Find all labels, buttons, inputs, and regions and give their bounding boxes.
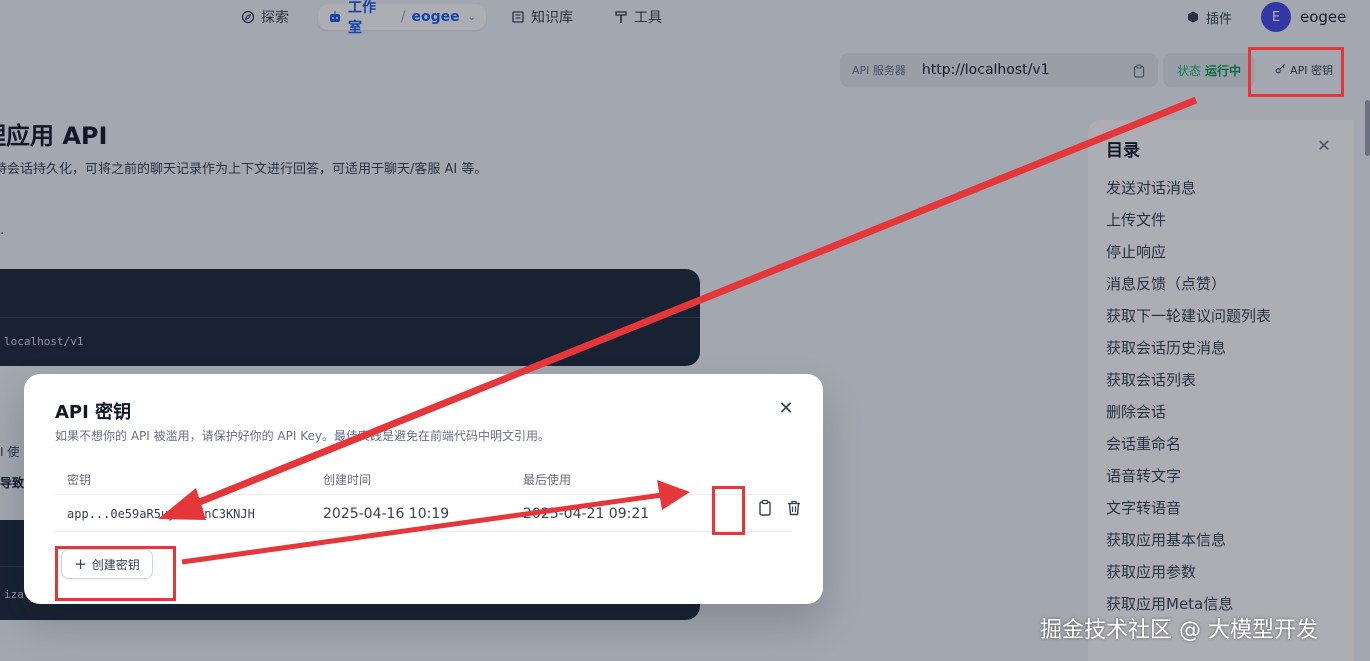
annotation-arrows <box>158 96 1198 565</box>
annotation-arrow-line <box>181 492 663 565</box>
annotation-arrow-head <box>158 488 206 520</box>
annotation-arrow-line <box>190 96 1198 509</box>
watermark: 掘金技术社区 @ 大模型开发 <box>1040 618 1318 643</box>
annotation-arrow-head <box>657 480 690 510</box>
